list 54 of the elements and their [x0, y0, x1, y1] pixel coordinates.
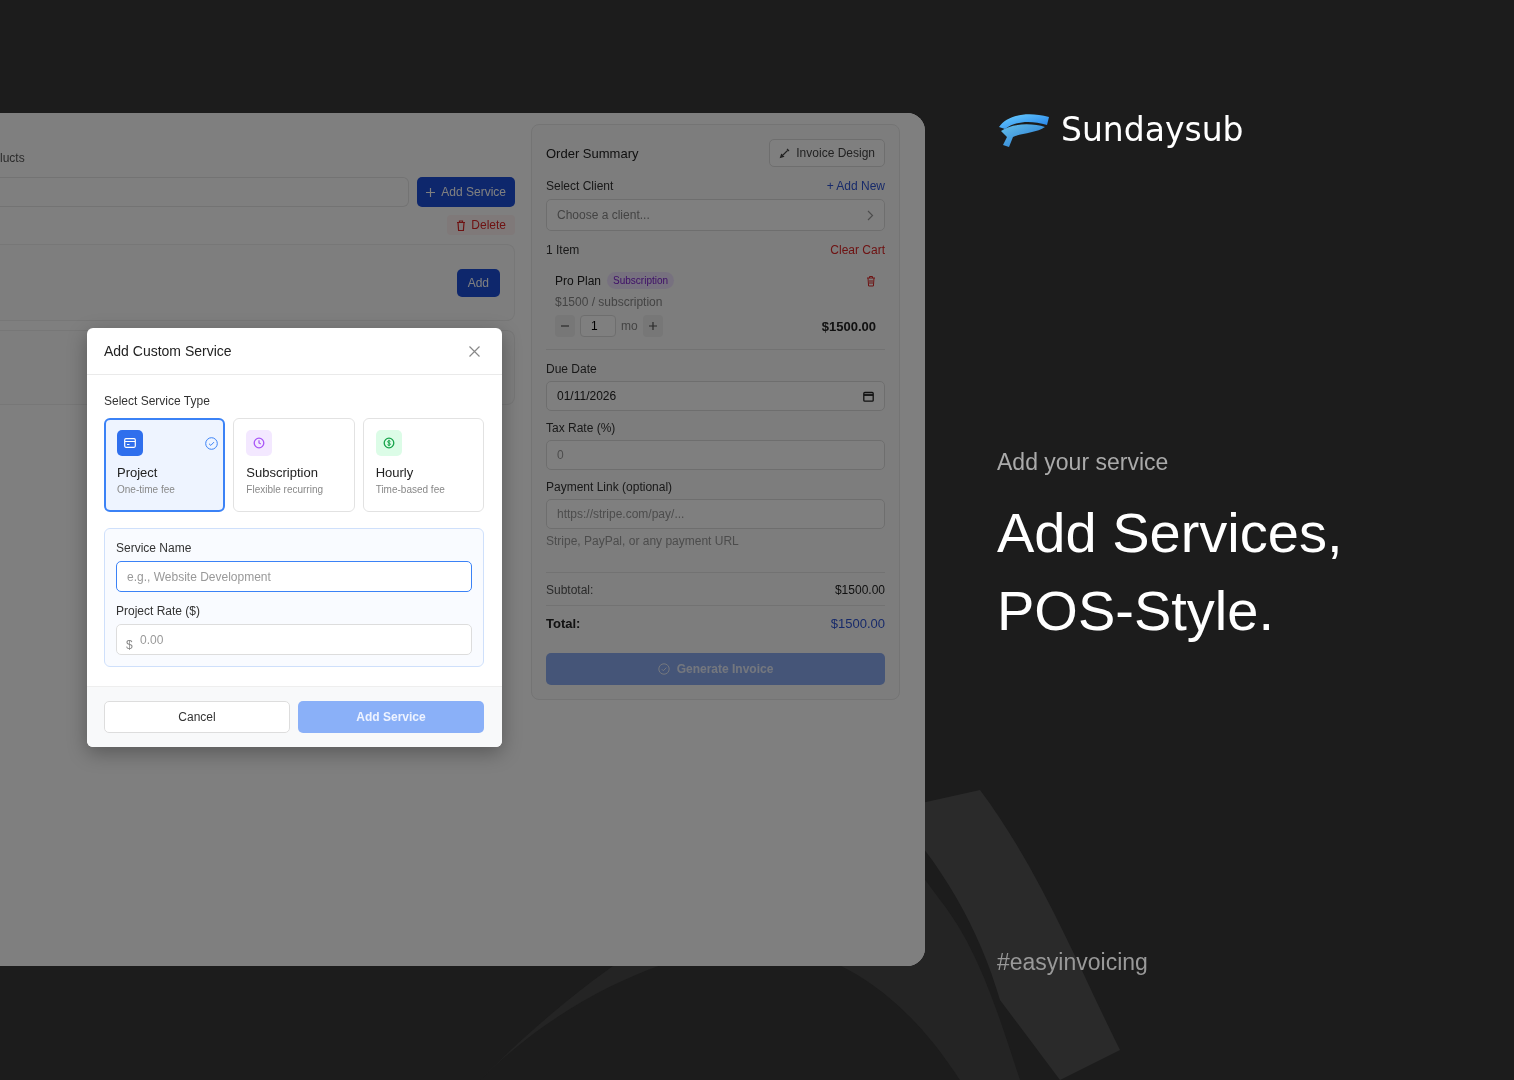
- item-total: $1500.00: [821, 318, 876, 334]
- field-label: Project Rate ($): [116, 604, 202, 618]
- add-service-button[interactable]: Add Service: [417, 177, 515, 207]
- item-name: Pro Plan: [555, 273, 602, 288]
- field-label: Tax Rate (%): [546, 421, 617, 435]
- card-icon: [124, 438, 136, 448]
- quantity-field[interactable]: 1: [580, 315, 616, 337]
- trash-icon: [456, 219, 467, 231]
- subtotal-label: Subtotal:: [546, 583, 594, 597]
- promo-headline: Add Services, POS-Style.: [997, 500, 1344, 644]
- item-count: 1 Item: [546, 243, 580, 257]
- section-title: lucts: [0, 151, 26, 165]
- increase-button[interactable]: [642, 315, 663, 337]
- clock-icon: [253, 437, 266, 449]
- quantity-unit: mo: [621, 319, 638, 333]
- calendar-icon[interactable]: [863, 390, 874, 402]
- total-value: $1500.00: [830, 616, 885, 631]
- currency-symbol: $: [126, 638, 133, 652]
- service-name-field[interactable]: e.g., Website Development: [116, 561, 472, 592]
- dialog-title: Add Custom Service: [104, 343, 232, 359]
- close-icon[interactable]: [469, 345, 480, 357]
- field-label: Due Date: [546, 362, 598, 376]
- brand-name: Sundaysub: [1061, 110, 1244, 149]
- decrease-button[interactable]: [555, 315, 575, 337]
- trash-icon[interactable]: [866, 274, 876, 287]
- add-new-link[interactable]: + Add New: [826, 179, 885, 193]
- subtotal-value: $1500.00: [834, 583, 885, 597]
- check-circle-icon: [657, 663, 670, 675]
- field-label: Select Client: [546, 179, 614, 193]
- promo-subtitle: Add your service: [997, 449, 1170, 476]
- check-icon: [205, 436, 219, 450]
- field-label: Payment Link (optional): [546, 480, 674, 494]
- invoice-design-button[interactable]: Invoice Design: [769, 139, 885, 167]
- client-select[interactable]: Choose a client...: [546, 199, 885, 231]
- add-button[interactable]: Add: [456, 268, 500, 297]
- service-type-option[interactable]: Subscription Flexible recurring: [233, 418, 355, 512]
- service-type-option[interactable]: Hourly Time-based fee: [362, 418, 484, 512]
- item-price: $1500 / subscription: [555, 295, 664, 309]
- field-label: Service Name: [116, 541, 193, 555]
- plus-icon: [426, 187, 436, 197]
- dollar-icon: [382, 437, 395, 449]
- cancel-button[interactable]: Cancel: [104, 701, 290, 733]
- plus-icon: [648, 322, 657, 330]
- minus-icon: [561, 325, 569, 327]
- delete-button[interactable]: Delete: [447, 215, 515, 235]
- total-label: Total:: [546, 616, 581, 631]
- due-date-field[interactable]: 01/11/2026: [546, 381, 885, 411]
- hashtag: #easyinvoicing: [997, 949, 1149, 976]
- service-type-option[interactable]: Project One-time fee: [104, 418, 226, 512]
- field-label: Select Service Type: [104, 394, 211, 408]
- chevron-icon: [867, 209, 874, 221]
- order-summary-title: Order Summary: [546, 145, 639, 161]
- item-type-badge: Subscription: [607, 272, 675, 289]
- clear-cart-link[interactable]: Clear Cart: [830, 243, 885, 257]
